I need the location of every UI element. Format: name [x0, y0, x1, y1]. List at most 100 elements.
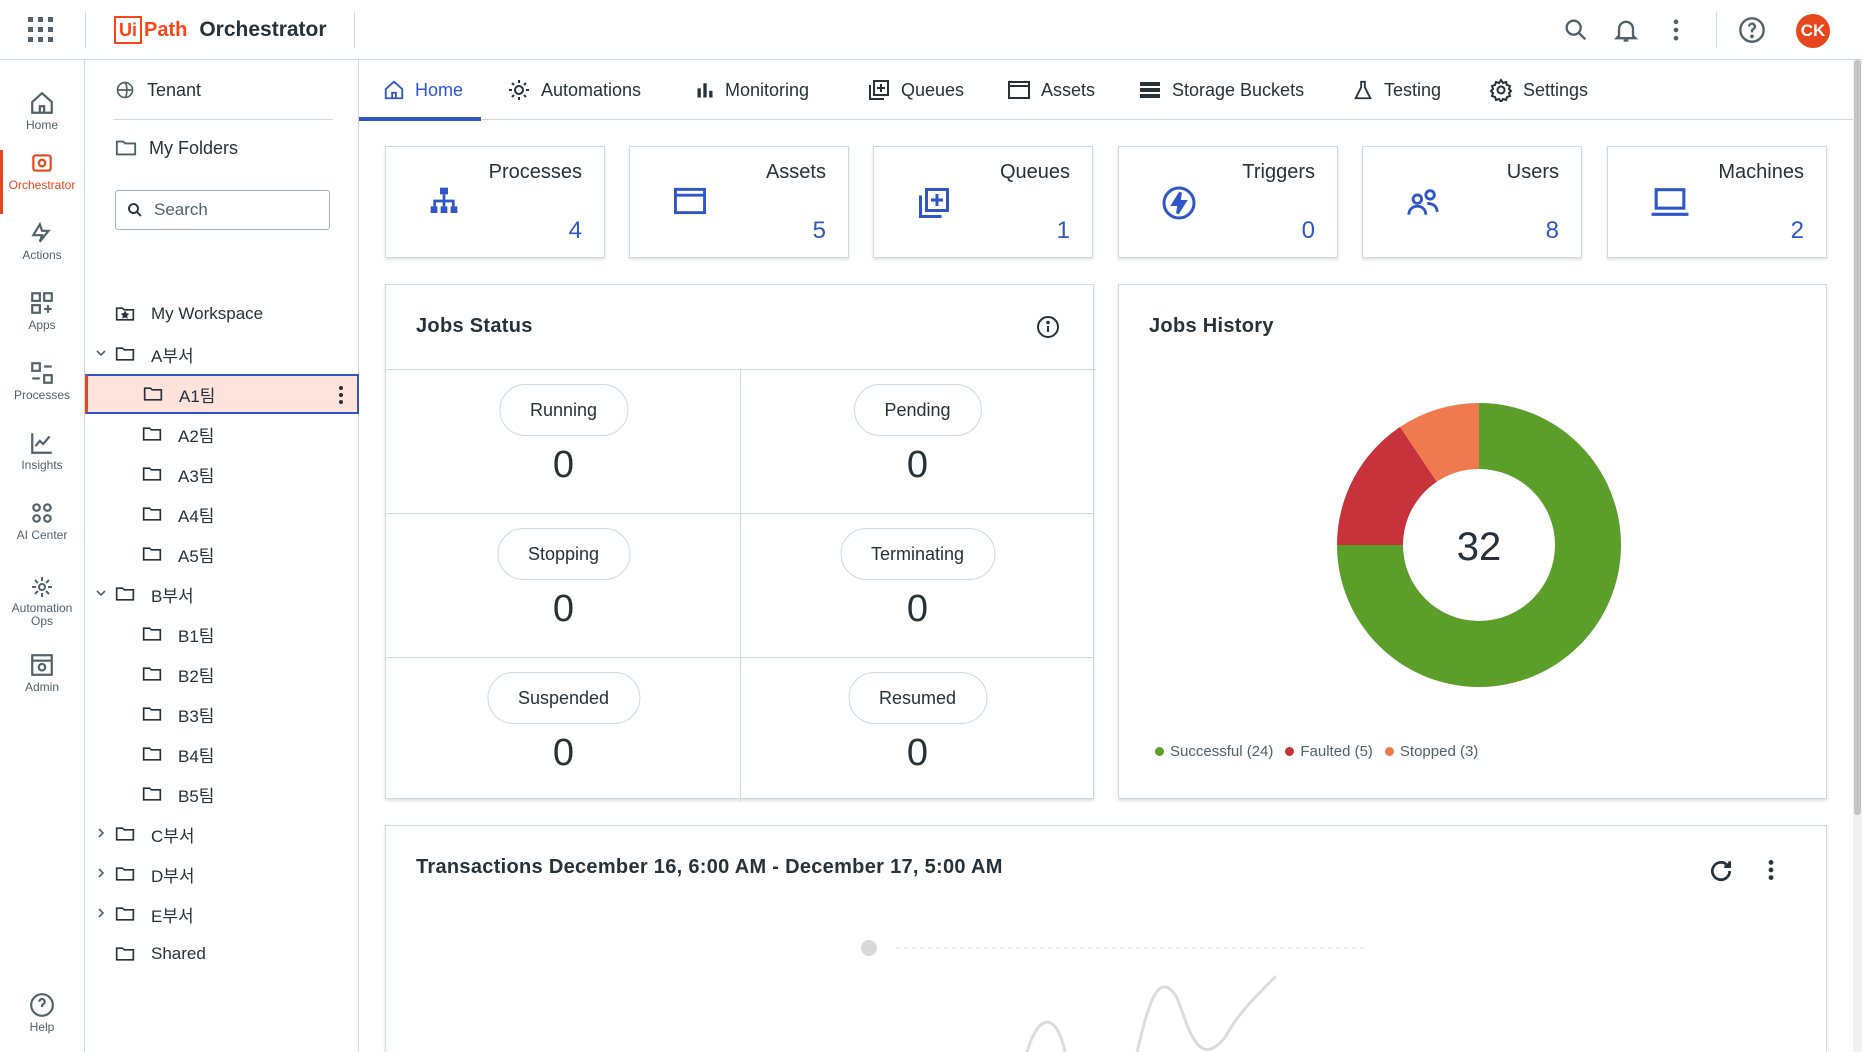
folder-node[interactable]: A1팀: [85, 374, 359, 414]
legend-dot: [1384, 747, 1394, 756]
folder-node[interactable]: A부서: [96, 334, 194, 374]
status-count: 0: [906, 588, 929, 630]
tab-bar: Home Automations Monitoring Queues Asset…: [358, 60, 1853, 121]
rail-label: Apps: [28, 318, 56, 332]
refresh-icon[interactable]: [1708, 858, 1734, 889]
more-vertical-icon[interactable]: [1758, 856, 1784, 889]
folder-icon: [115, 945, 143, 963]
folder-node[interactable]: A2팀: [142, 414, 214, 454]
apps-icon: [31, 292, 53, 314]
stat-title: Assets: [765, 161, 826, 183]
globe-icon: [116, 81, 134, 99]
folder-node[interactable]: B5팀: [142, 774, 214, 814]
tab-settings[interactable]: Settings: [1489, 60, 1588, 120]
rail-label: Home: [25, 118, 58, 132]
help-icon[interactable]: [1738, 16, 1766, 44]
stat-card-machines[interactable]: Machines 2: [1607, 146, 1827, 258]
app-launcher-icon[interactable]: [28, 17, 54, 43]
tab-storage-buckets[interactable]: Storage Buckets: [1138, 60, 1304, 120]
job-status-resumed[interactable]: Resumed 0: [740, 658, 1095, 802]
rail-item-orchestrator[interactable]: Orchestrator: [0, 150, 84, 214]
info-icon[interactable]: [1036, 315, 1060, 344]
folder-node[interactable]: A4팀: [142, 494, 214, 534]
tab-label: Automations: [541, 79, 642, 100]
folder-node[interactable]: D부서: [98, 854, 195, 894]
tab-monitoring[interactable]: Monitoring: [695, 60, 809, 120]
tab-home[interactable]: Home: [358, 60, 482, 121]
tab-testing[interactable]: Testing: [1352, 60, 1441, 120]
rail-item-home[interactable]: Home: [0, 90, 84, 154]
user-avatar[interactable]: CK: [1796, 14, 1830, 48]
folder-node[interactable]: C부서: [98, 814, 195, 854]
jobs-status-panel: Jobs Status Running 0 Pending 0 Stopping…: [385, 284, 1096, 802]
tenant-item[interactable]: Tenant: [115, 78, 201, 102]
rail-item-automation-ops[interactable]: Automation Ops: [0, 575, 84, 647]
legend-item-faulted[interactable]: Faulted (5): [1285, 743, 1373, 760]
legend-item-stopped[interactable]: Stopped (3): [1384, 743, 1478, 760]
folder-more-icon[interactable]: [339, 386, 343, 407]
folder-node[interactable]: B부서: [96, 574, 194, 614]
rail-item-apps[interactable]: Apps: [0, 290, 84, 354]
job-status-suspended[interactable]: Suspended 0: [386, 658, 741, 802]
folder-icon: [142, 425, 170, 443]
transactions-title: Transactions December 16, 6:00 AM - Dece…: [416, 856, 1003, 878]
job-status-pending[interactable]: Pending 0: [740, 370, 1095, 514]
notifications-bell-icon[interactable]: [1612, 16, 1640, 44]
status-pill: Terminating: [839, 528, 996, 580]
home-icon: [384, 80, 404, 100]
status-count: 0: [552, 732, 575, 774]
chevron-down-icon[interactable]: [95, 584, 115, 604]
folder-node[interactable]: B1팀: [142, 614, 214, 654]
rail-label: Admin: [24, 680, 59, 694]
job-status-terminating[interactable]: Terminating 0: [740, 514, 1095, 658]
chevron-right-icon[interactable]: [95, 824, 115, 844]
job-status-stopping[interactable]: Stopping 0: [386, 514, 741, 658]
folder-node[interactable]: My Workspace: [115, 294, 263, 334]
tab-queues[interactable]: Queues: [867, 60, 964, 120]
folder-label: Shared: [151, 944, 206, 963]
status-count: 0: [552, 444, 575, 486]
folder-label: A5팀: [178, 546, 215, 566]
legend-item-successful[interactable]: Successful (24): [1155, 743, 1273, 760]
folder-icon: [142, 465, 170, 483]
search-icon[interactable]: [1562, 16, 1590, 44]
rail-item-actions[interactable]: Actions: [0, 220, 84, 284]
folder-icon: [142, 505, 170, 523]
folder-node[interactable]: A3팀: [142, 454, 214, 494]
folder-node[interactable]: A5팀: [142, 534, 214, 574]
tab-assets[interactable]: Assets: [1007, 60, 1095, 120]
stat-card-users[interactable]: Users 8: [1362, 146, 1582, 258]
folder-node[interactable]: B2팀: [142, 654, 214, 694]
rail-item-ai-center[interactable]: AI Center: [0, 500, 84, 564]
rail-item-help[interactable]: Help: [0, 992, 84, 1052]
folder-node[interactable]: B4팀: [142, 734, 214, 774]
folder-search-input[interactable]: Search: [115, 190, 330, 230]
status-pill: Stopping: [496, 528, 631, 580]
status-pill: Resumed: [847, 672, 988, 724]
folder-node[interactable]: E부서: [98, 894, 194, 934]
folder-node[interactable]: Shared: [115, 934, 206, 974]
scrollbar-thumb[interactable]: [1854, 60, 1861, 815]
my-folders-item[interactable]: My Folders: [115, 136, 238, 160]
stat-card-queues[interactable]: Queues 1: [873, 146, 1093, 258]
folder-label: A부서: [151, 346, 194, 366]
rail-item-insights[interactable]: Insights: [0, 430, 84, 494]
more-vertical-icon[interactable]: [1662, 16, 1690, 44]
brand-logo[interactable]: Ui Path Orchestrator: [114, 14, 327, 46]
job-status-running[interactable]: Running 0: [386, 370, 741, 514]
tab-automations[interactable]: Automations: [507, 60, 641, 120]
chevron-right-icon[interactable]: [95, 864, 115, 884]
chevron-down-icon[interactable]: [95, 344, 115, 364]
main-scrollbar[interactable]: [1853, 60, 1862, 1052]
rail-item-admin[interactable]: Admin: [0, 652, 84, 716]
stat-card-assets[interactable]: Assets 5: [629, 146, 849, 258]
stat-card-processes[interactable]: Processes 4: [385, 146, 605, 258]
stat-card-triggers[interactable]: Triggers 0: [1118, 146, 1338, 258]
actions-icon: [31, 221, 51, 243]
folder-icon: [115, 345, 143, 363]
rail-item-processes[interactable]: Processes: [0, 360, 84, 424]
chevron-right-icon[interactable]: [95, 904, 115, 924]
folder-icon: [142, 545, 170, 563]
folder-icon: [142, 785, 170, 803]
folder-node[interactable]: B3팀: [142, 694, 214, 734]
